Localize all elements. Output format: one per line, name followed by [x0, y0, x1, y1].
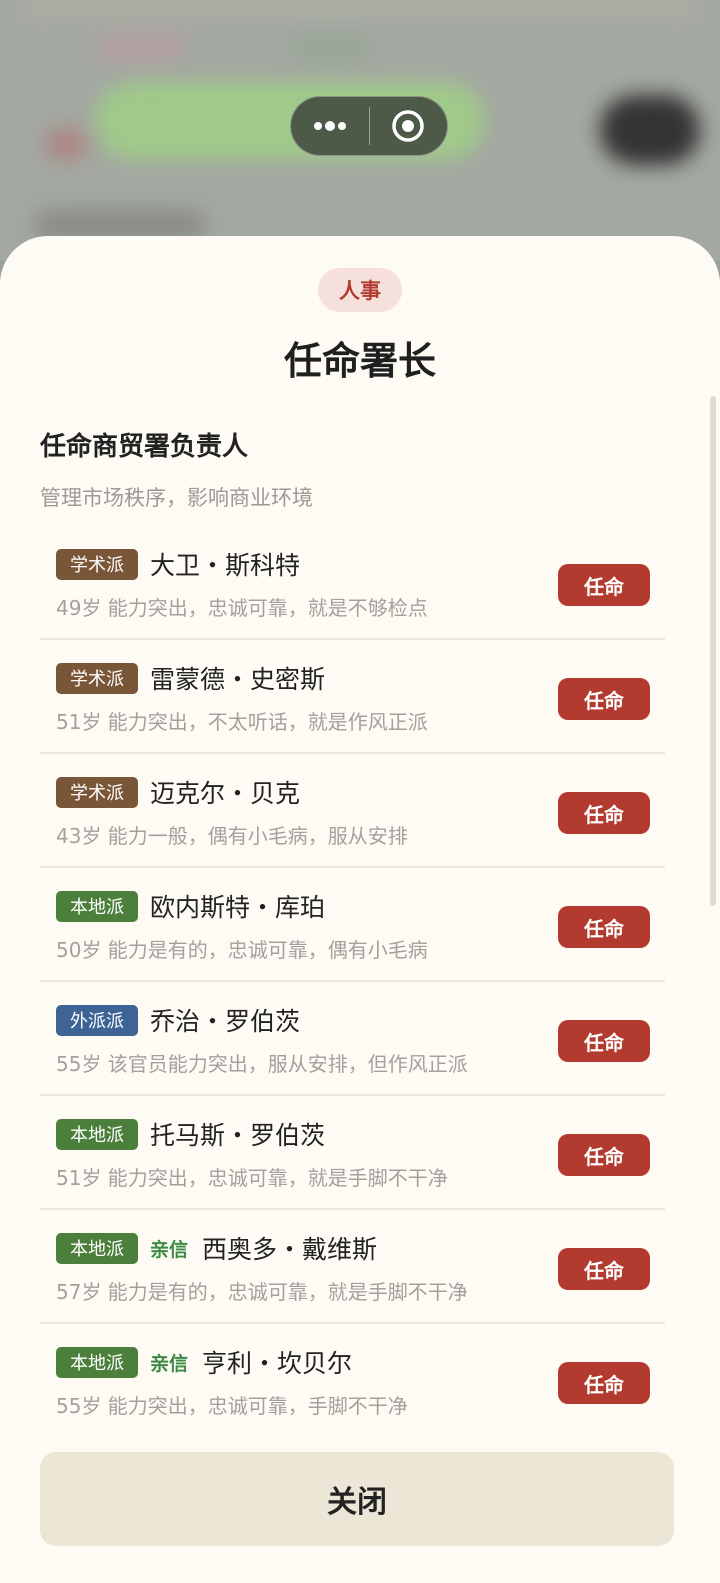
- candidate-description: 43岁 能力一般，偶有小毛病，服从安排: [56, 824, 408, 848]
- appoint-button[interactable]: 任命: [558, 1248, 650, 1290]
- faction-badge: 学术派: [56, 548, 138, 580]
- candidate-name: 大卫・斯科特: [150, 551, 301, 580]
- candidate-description: 55岁 能力突出，忠诚可靠，手脚不干净: [56, 1394, 408, 1418]
- appoint-button[interactable]: 任命: [558, 564, 650, 606]
- faction-badge: 本地派: [56, 1118, 138, 1150]
- candidate-description: 57岁 能力是有的，忠诚可靠，就是手脚不干净: [56, 1280, 468, 1304]
- faction-badge: 学术派: [56, 662, 138, 694]
- candidate-description: 55岁 该官员能力突出，服从安排，但作风正派: [56, 1052, 468, 1076]
- appoint-button[interactable]: 任命: [558, 1362, 650, 1404]
- candidate-row: 本地派 亲信 西奥多・戴维斯 57岁 能力是有的，忠诚可靠，就是手脚不干净 任命: [40, 1210, 665, 1324]
- candidate-name: 西奥多・戴维斯: [202, 1235, 378, 1264]
- target-circle-icon: [392, 110, 424, 142]
- candidate-name: 乔治・罗伯茨: [150, 1007, 301, 1036]
- trusted-badge: 亲信: [150, 1238, 189, 1261]
- candidate-row: 本地派 托马斯・罗伯茨 51岁 能力突出，忠诚可靠，就是手脚不干净 任命: [40, 1096, 665, 1210]
- candidate-name: 欧内斯特・库珀: [150, 893, 326, 922]
- background-blur: [290, 35, 370, 59]
- more-button[interactable]: [291, 97, 369, 155]
- candidate-name: 雷蒙德・史密斯: [150, 665, 326, 694]
- appoint-button[interactable]: 任命: [558, 1134, 650, 1176]
- candidate-row: 外派派 乔治・罗伯茨 55岁 该官员能力突出，服从安排，但作风正派 任命: [40, 982, 665, 1096]
- candidate-row: 本地派 亲信 亨利・坎贝尔 55岁 能力突出，忠诚可靠，手脚不干净 任命: [40, 1324, 665, 1438]
- appoint-button[interactable]: 任命: [558, 1020, 650, 1062]
- sheet-title: 任命署长: [283, 338, 436, 383]
- appointment-sheet: 人事 任命署长 任命商贸署负责人 管理市场秩序，影响商业环境 学术派 大卫・斯科…: [0, 236, 720, 1583]
- faction-badge: 本地派: [56, 1346, 138, 1378]
- candidate-description: 49岁 能力突出，忠诚可靠，就是不够检点: [56, 596, 428, 620]
- candidate-list: 学术派 大卫・斯科特 49岁 能力突出，忠诚可靠，就是不够检点 任命 学术派 雷…: [40, 526, 665, 1438]
- faction-badge: 学术派: [56, 776, 138, 808]
- candidate-row: 学术派 迈克尔・贝克 43岁 能力一般，偶有小毛病，服从安排 任命: [40, 754, 665, 868]
- candidate-description: 50岁 能力是有的，忠诚可靠，偶有小毛病: [56, 938, 428, 962]
- candidate-description: 51岁 能力突出，不太听话，就是作风正派: [56, 710, 428, 734]
- candidate-row: 学术派 大卫・斯科特 49岁 能力突出，忠诚可靠，就是不够检点 任命: [40, 526, 665, 640]
- candidate-row: 学术派 雷蒙德・史密斯 51岁 能力突出，不太听话，就是作风正派 任命: [40, 640, 665, 754]
- category-tag: 人事: [318, 268, 402, 312]
- trusted-badge: 亲信: [150, 1352, 189, 1375]
- background-blur: [600, 95, 700, 165]
- section-description: 管理市场秩序，影响商业环境: [40, 486, 313, 510]
- appoint-button[interactable]: 任命: [558, 792, 650, 834]
- section-title: 任命商贸署负责人: [40, 432, 249, 462]
- close-button[interactable]: 关闭: [40, 1452, 674, 1546]
- candidate-name: 亨利・坎贝尔: [202, 1349, 353, 1378]
- candidate-row: 本地派 欧内斯特・库珀 50岁 能力是有的，忠诚可靠，偶有小毛病 任命: [40, 868, 665, 982]
- candidate-name: 托马斯・罗伯茨: [150, 1121, 326, 1150]
- appoint-button[interactable]: 任命: [558, 678, 650, 720]
- background-blur: [45, 128, 87, 160]
- more-dots-icon: [313, 121, 346, 131]
- background-blur: [20, 0, 700, 18]
- capsule-menu: [290, 96, 448, 156]
- candidate-name: 迈克尔・贝克: [150, 779, 301, 808]
- candidate-description: 51岁 能力突出，忠诚可靠，就是手脚不干净: [56, 1166, 448, 1190]
- exit-button[interactable]: [370, 97, 448, 155]
- scrollbar[interactable]: [710, 396, 716, 906]
- faction-badge: 本地派: [56, 890, 138, 922]
- faction-badge: 外派派: [56, 1004, 138, 1036]
- faction-badge: 本地派: [56, 1232, 138, 1264]
- background-blur: [95, 32, 185, 62]
- appoint-button[interactable]: 任命: [558, 906, 650, 948]
